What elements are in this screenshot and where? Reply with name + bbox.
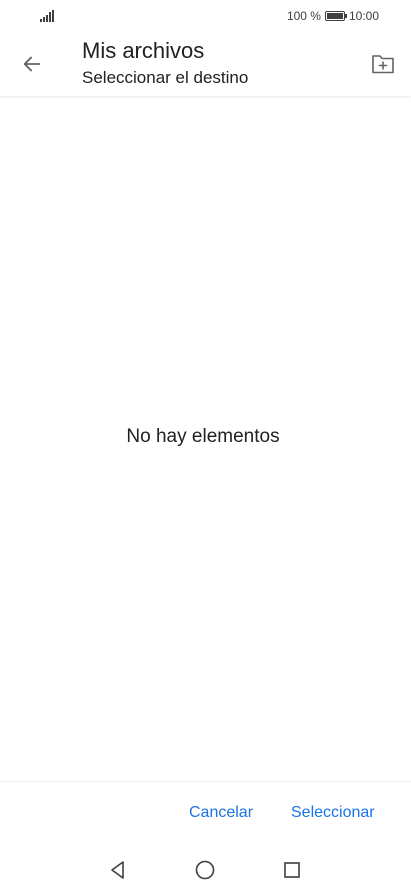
- select-button[interactable]: Seleccionar: [291, 804, 375, 822]
- new-folder-icon: [372, 55, 394, 74]
- nav-home-circle-icon: [195, 860, 215, 880]
- page-subtitle: Seleccionar el destino: [82, 68, 249, 87]
- footer-divider: [0, 781, 411, 782]
- battery-fill: [326, 13, 343, 19]
- nav-back-triangle-icon: [111, 861, 124, 879]
- nav-home-button[interactable]: [193, 858, 217, 882]
- back-button[interactable]: [18, 50, 46, 78]
- battery-percent: 100 %: [286, 9, 321, 23]
- clock: 10:00: [348, 9, 379, 23]
- battery-icon: [324, 11, 347, 21]
- system-nav-bar: [0, 850, 411, 892]
- app-bar: Mis archivos Seleccionar el destino: [0, 32, 411, 96]
- cancel-button[interactable]: Cancelar: [189, 804, 253, 822]
- new-folder-button[interactable]: [369, 50, 397, 78]
- nav-back-button[interactable]: [106, 858, 130, 882]
- arrow-left-icon: [23, 56, 41, 72]
- nav-recent-button[interactable]: [280, 858, 304, 882]
- page-title: Mis archivos: [82, 38, 205, 63]
- status-bar: 100 % 10:00: [0, 0, 411, 32]
- status-right: 100 % 10:00: [287, 8, 379, 24]
- empty-state-message: No hay elementos: [126, 426, 280, 447]
- signal-strength-icon: [40, 10, 54, 22]
- nav-recent-square-icon: [284, 862, 300, 878]
